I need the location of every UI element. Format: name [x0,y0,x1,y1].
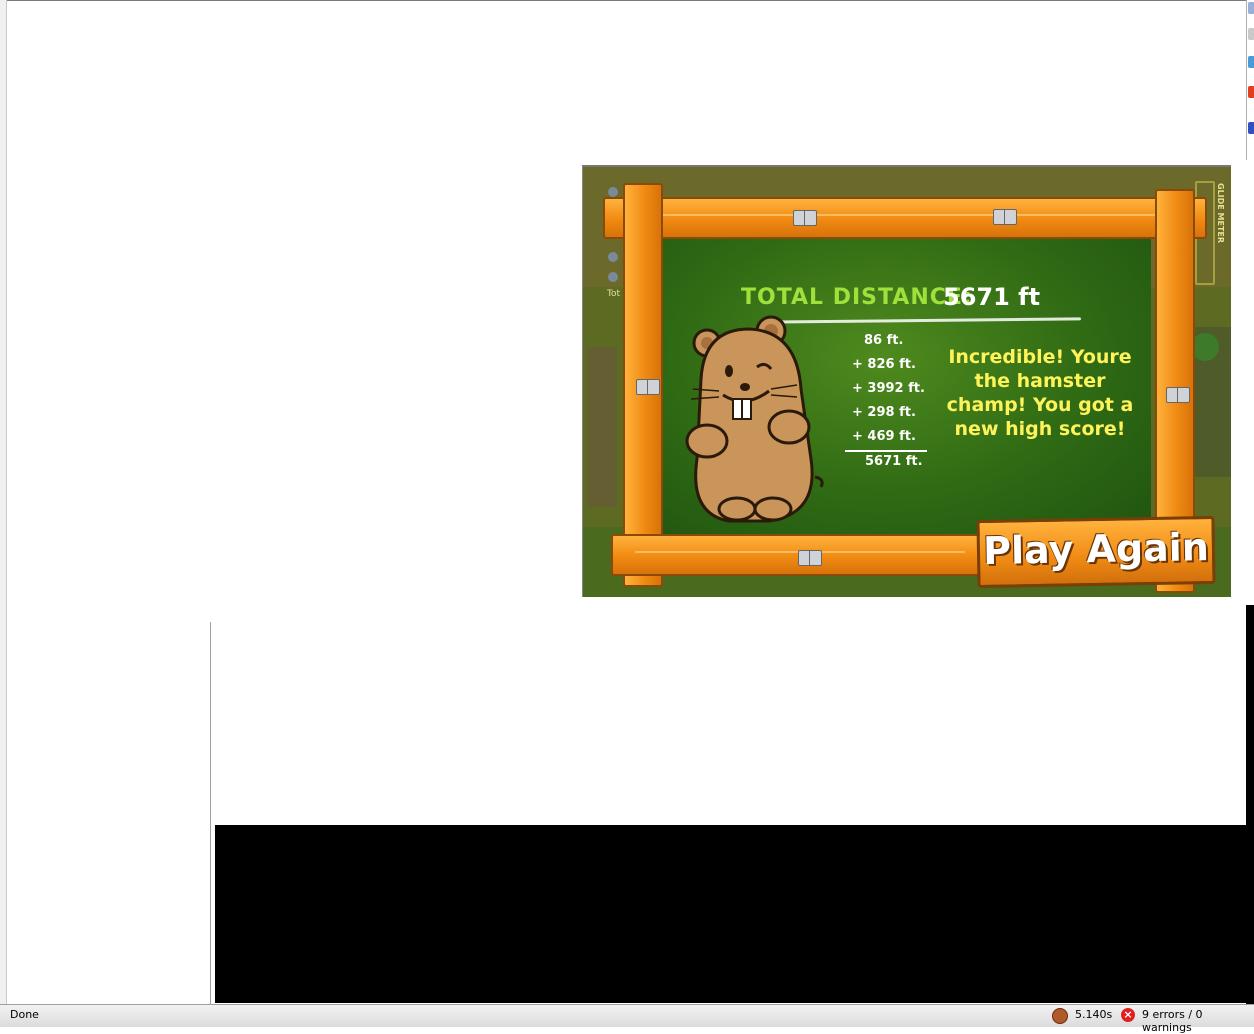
left-window-edge [0,0,7,1004]
hinge [636,379,660,395]
glide-meter-label: GLIDE METER [1216,183,1225,244]
toolbar-icon[interactable] [1248,28,1254,40]
background-total-label: Tot [607,289,621,299]
total-distance-value: 5671 ft [943,283,1041,311]
error-x-icon[interactable]: × [1121,1008,1135,1022]
top-plank [603,197,1207,239]
window-top-border [0,0,1254,1]
distance-entry: + 826 ft. [852,357,916,372]
play-again-button[interactable]: Play Again [976,515,1216,589]
distance-entry: + 469 ft. [852,429,916,444]
hinge [993,209,1017,225]
status-bar: Done 5.140s × 9 errors / 0 warnings [0,1004,1254,1034]
right-sidebar-strip [1246,0,1254,160]
load-time-text: 5.140s [1075,1008,1113,1021]
black-panel [215,825,1254,1003]
distance-entry: 86 ft. [864,333,904,348]
distance-entry: + 298 ft. [852,405,916,420]
stopwatch-icon[interactable] [1052,1008,1068,1024]
error-count-text[interactable]: 9 errors / 0 warnings [1142,1008,1254,1034]
status-text: Done [10,1008,39,1021]
hinge [793,210,817,226]
distance-sum: 5671 ft. [865,454,923,469]
high-score-message: Incredible! Youre the hamster champ! You… [946,346,1134,440]
distance-entry: + 3992 ft. [852,381,925,396]
play-again-label: Play Again [982,525,1210,573]
hinge [1166,387,1190,403]
hamster-illustration [685,315,824,523]
total-distance-label: TOTAL DISTANCE: [741,285,973,310]
game-canvas[interactable]: GLIDE METER Tot TOTAL DISTANCE: 5671 ft … [582,165,1231,597]
toolbar-icon[interactable] [1248,122,1254,134]
sum-divider [845,450,927,452]
hinge [798,550,822,566]
content-divider [210,622,211,1004]
toolbar-icon[interactable] [1248,56,1254,68]
toolbar-icon[interactable] [1248,86,1254,98]
toolbar-icon[interactable] [1248,2,1254,14]
